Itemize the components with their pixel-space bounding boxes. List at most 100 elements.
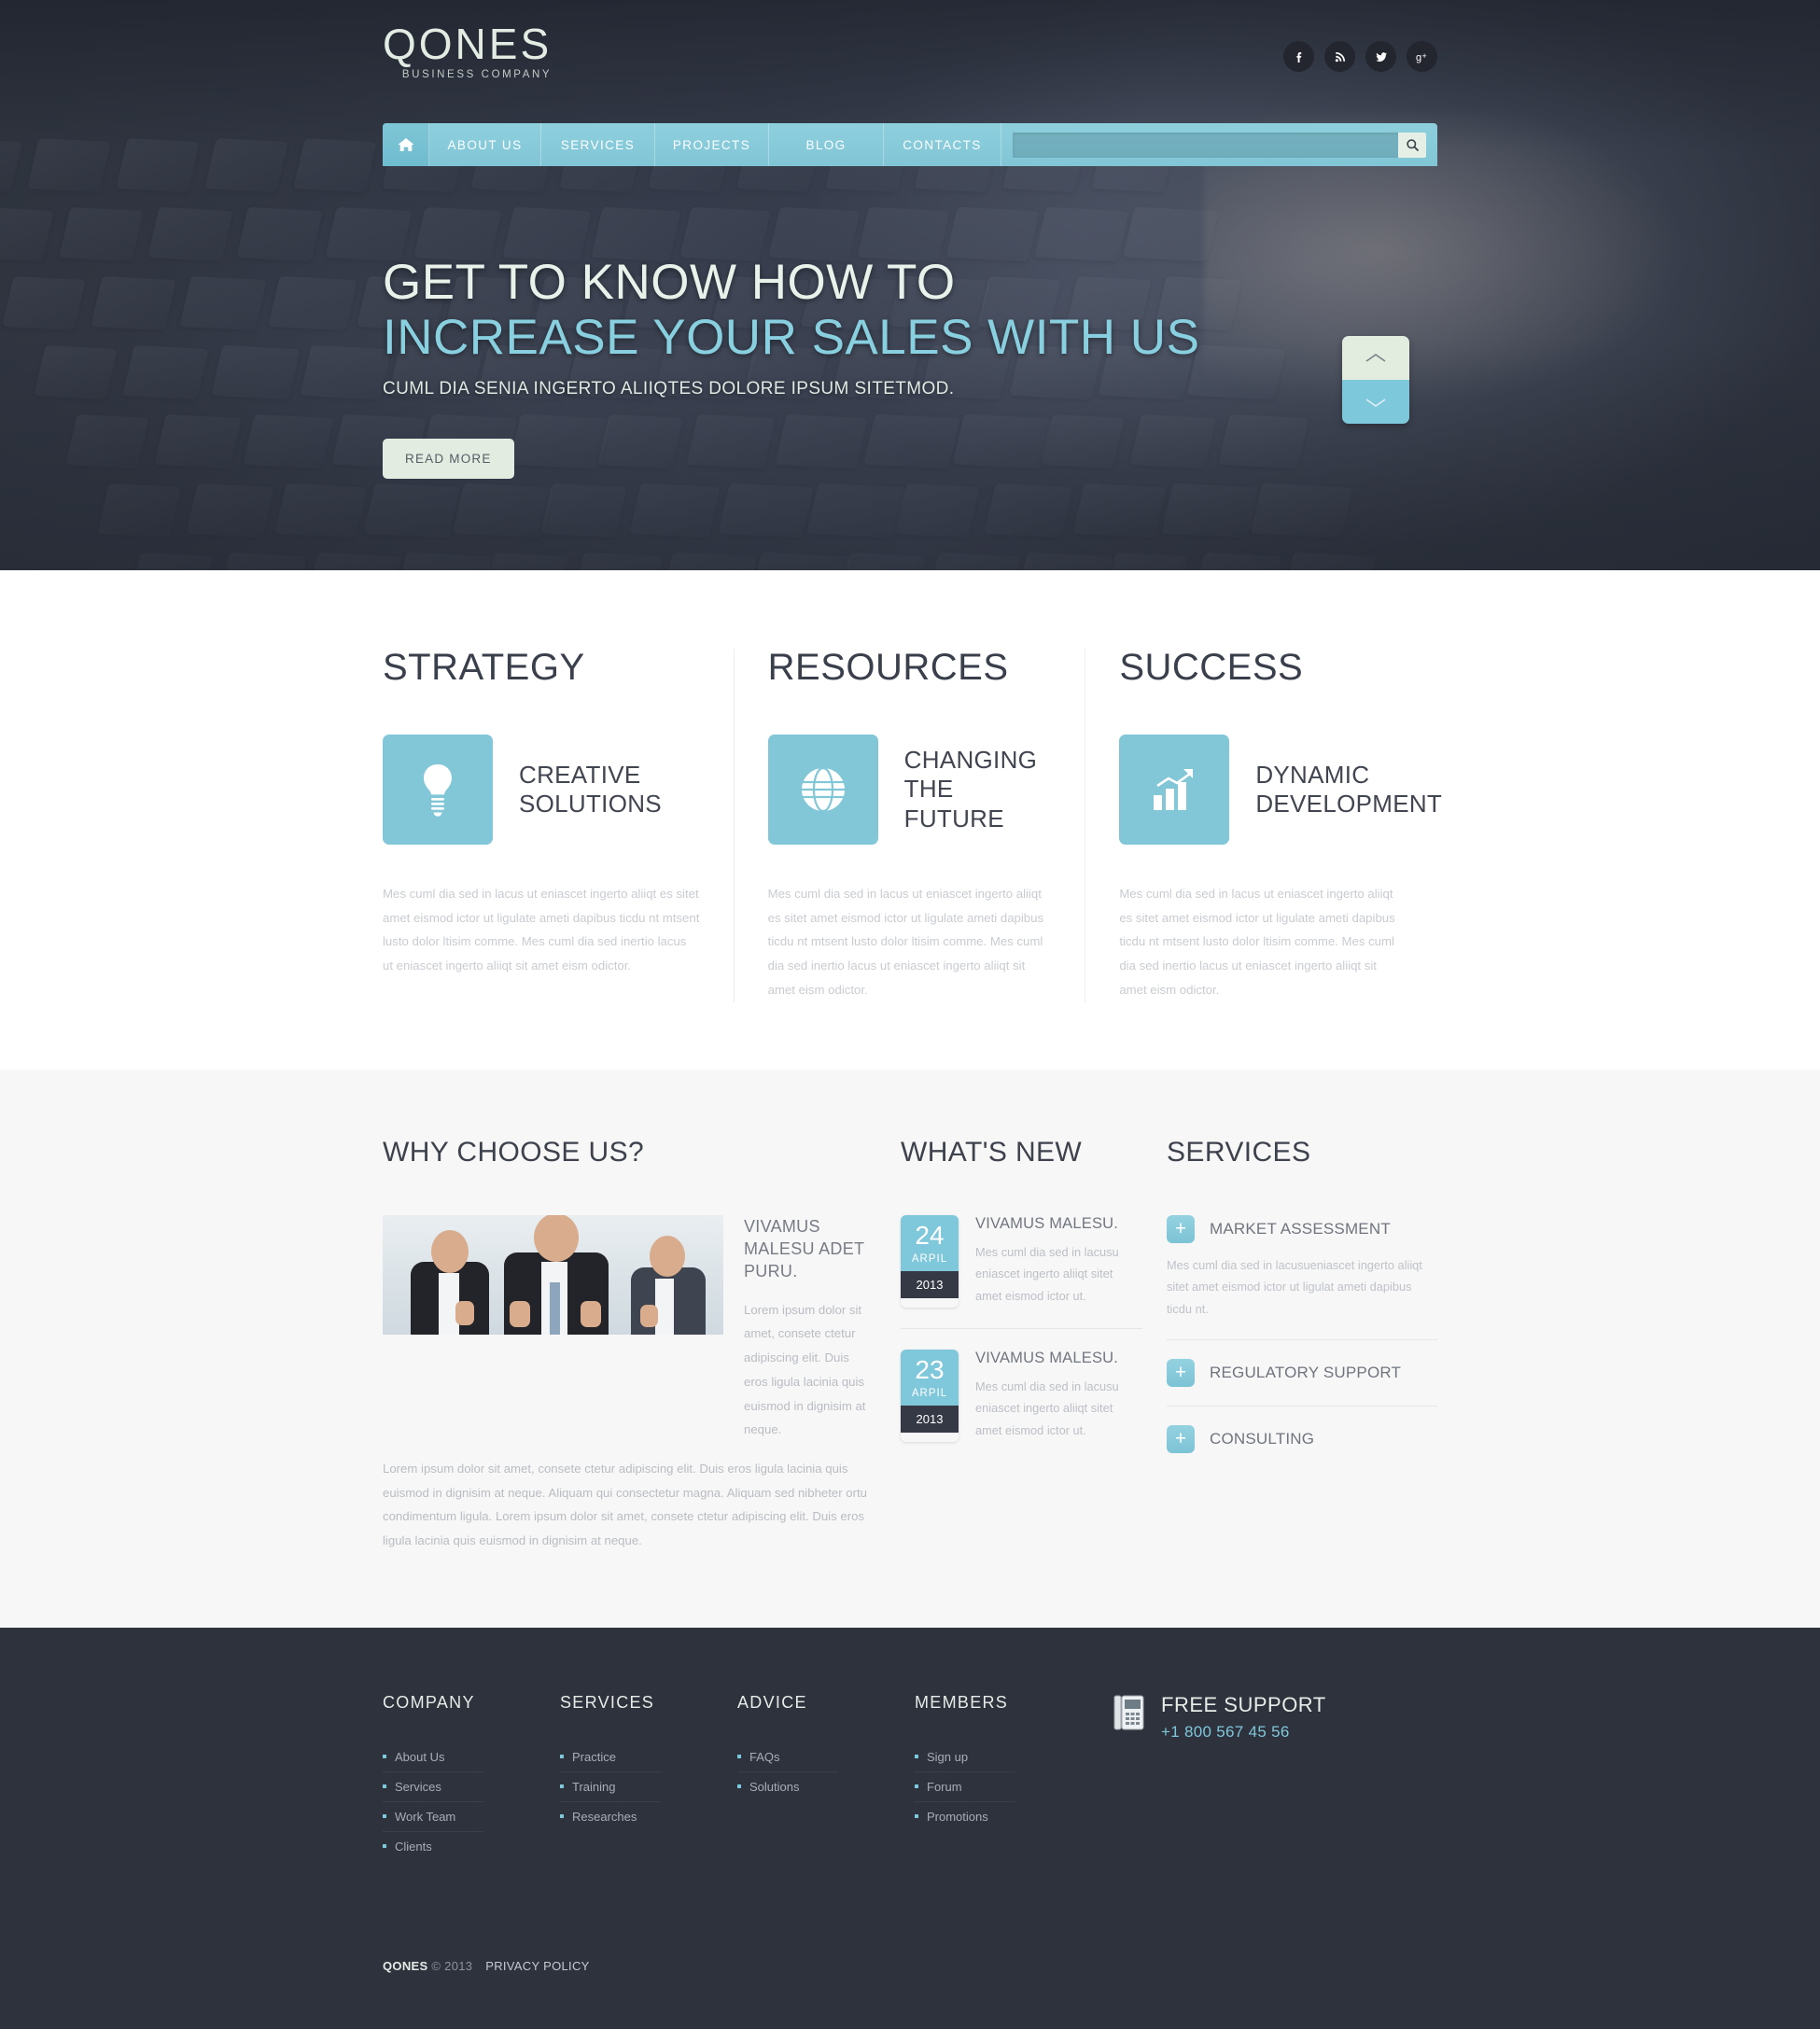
footer-link[interactable]: Services [383,1772,483,1802]
support-title: FREE SUPPORT [1161,1692,1326,1716]
footer-link[interactable]: Practice [560,1742,661,1772]
footer-link[interactable]: About Us [383,1742,483,1772]
nav-item-services[interactable]: SERVICES [541,123,655,166]
hero-section: QONES BUSINESS COMPANY g + ABOUT US SERV… [0,0,1820,570]
footer-heading: SERVICES [560,1692,655,1712]
slider-next-button[interactable] [1342,380,1409,424]
footer: COMPANY About Us Services Work Team Clie… [0,1627,1820,2029]
search-button[interactable] [1398,132,1426,158]
footer-link[interactable]: Forum [915,1772,1015,1802]
features-section: STRATEGY CREATIVE SOLUTIONS Mes cuml dia… [0,570,1820,1070]
footer-column-company: COMPANY About Us Services Work Team Clie… [383,1693,560,1861]
service-title[interactable]: REGULATORY SUPPORT [1210,1364,1401,1382]
footer-heading: COMPANY [383,1692,475,1712]
social-links: g + [1283,41,1437,72]
service-item-regulatory-support: + REGULATORY SUPPORT [1167,1358,1437,1406]
service-text: Mes cuml dia sed in lacusueniascet inger… [1167,1257,1422,1317]
footer-link[interactable]: Promotions [915,1802,1015,1831]
service-item-market-assessment: + MARKET ASSESSMENT Mes cuml dia sed in … [1167,1214,1437,1340]
team-photo [383,1214,723,1335]
footer-link[interactable]: Solutions [737,1772,838,1801]
footer-column-members: MEMBERS Sign up Forum Promotions [915,1693,1092,1861]
feature-label-line1: CHANGING [903,746,1038,775]
footer-link-label: Clients [395,1839,432,1854]
nav-item-about-us[interactable]: ABOUT US [429,123,541,166]
plus-icon[interactable]: + [1167,1424,1195,1453]
chevron-up-icon [1365,353,1386,362]
date-badge: 23 ARPIL 2013 [901,1349,959,1442]
svg-text:+: + [1422,51,1427,61]
footer-link[interactable]: Training [560,1772,661,1802]
rss-icon[interactable] [1324,41,1355,72]
footer-link[interactable]: Clients [383,1832,483,1861]
feature-label-line2: DEVELOPMENT [1255,790,1443,818]
whats-new-block: WHAT'S NEW 24 ARPIL 2013 VIVAMUS MALESU.… [901,1137,1167,1553]
footer-link-label: About Us [395,1749,445,1764]
service-title[interactable]: CONSULTING [1210,1430,1314,1448]
footer-link[interactable]: Sign up [915,1742,1015,1772]
feature-heading: SUCCESS [1119,647,1304,688]
feature-label: CREATIVE SOLUTIONS [519,761,662,819]
footer-link-label: Promotions [927,1809,988,1824]
phone-icon [1113,1693,1146,1732]
google-plus-icon[interactable]: g + [1407,41,1437,72]
news-text: Mes cuml dia sed in lacusu eniascet inge… [975,1244,1119,1304]
chevron-down-icon [1365,398,1386,407]
nav-item-home[interactable] [383,123,429,166]
footer-link[interactable]: Researches [560,1802,661,1831]
feature-label-line1: CREATIVE [519,760,641,789]
why-side-text: Lorem ipsum dolor sit amet, consete ctet… [744,1302,866,1437]
news-text: Mes cuml dia sed in lacusu eniascet inge… [975,1378,1119,1438]
support-phone-number[interactable]: +1 800 567 45 56 [1161,1723,1326,1742]
nav-item-blog[interactable]: BLOG [769,123,884,166]
bullet-icon [383,1784,386,1789]
footer-link-label: Forum [927,1779,962,1794]
logo[interactable]: QONES BUSINESS COMPANY [383,22,552,80]
growth-chart-icon [1119,735,1230,845]
privacy-policy-link[interactable]: PRIVACY POLICY [485,1959,589,1973]
plus-icon[interactable]: + [1167,1358,1195,1387]
search-input[interactable] [1013,132,1398,158]
why-heading: WHY CHOOSE US? [383,1136,645,1168]
news-title[interactable]: VIVAMUS MALESU. [975,1215,1142,1233]
slider-prev-button[interactable] [1342,336,1409,380]
search-icon [1406,138,1419,151]
top-bar: QONES BUSINESS COMPANY g + [383,0,1437,123]
plus-icon[interactable]: + [1167,1214,1195,1243]
svg-text:g: g [1416,52,1421,63]
date-badge: 24 ARPIL 2013 [901,1214,959,1308]
bullet-icon [737,1755,741,1759]
nav-item-projects[interactable]: PROJECTS [655,123,769,166]
bullet-icon [915,1755,918,1759]
footer-link-label: Solutions [749,1779,800,1794]
footer-link-label: Training [572,1779,616,1794]
copyright-bar: QONES © 2013 PRIVACY POLICY [383,1959,1437,2029]
footer-link-label: Services [395,1779,441,1794]
feature-text: Mes cuml dia sed in lacus ut eniascet in… [383,887,700,973]
footer-heading: ADVICE [737,1692,807,1712]
bullet-icon [383,1844,386,1849]
nav-item-contacts[interactable]: CONTACTS [884,123,1001,166]
feature-heading: STRATEGY [383,647,585,688]
news-item[interactable]: 24 ARPIL 2013 VIVAMUS MALESU. Mes cuml d… [901,1214,1142,1329]
hero-title-line1: GET TO KNOW HOW TO [383,255,956,310]
mid-section: WHY CHOOSE US? VIVAMUS MALESU ADET PURU.… [0,1069,1820,1628]
footer-link[interactable]: Work Team [383,1802,483,1832]
hero-title: GET TO KNOW HOW TO INCREASE YOUR SALES W… [383,255,1437,366]
service-title[interactable]: MARKET ASSESSMENT [1210,1220,1391,1238]
services-heading: SERVICES [1167,1136,1311,1168]
read-more-button[interactable]: READ MORE [383,438,514,479]
news-title[interactable]: VIVAMUS MALESU. [975,1350,1142,1367]
footer-link-label: Practice [572,1749,616,1764]
feature-heading: RESOURCES [767,647,1009,688]
facebook-icon[interactable] [1283,41,1314,72]
hero-title-line2: INCREASE YOUR SALES WITH US [383,310,1200,366]
footer-link-label: Researches [572,1809,637,1824]
news-day: 23 [915,1354,945,1384]
footer-link[interactable]: FAQs [737,1742,838,1772]
news-year: 2013 [901,1405,959,1433]
news-item[interactable]: 23 ARPIL 2013 VIVAMUS MALESU. Mes cuml d… [901,1349,1142,1462]
main-navigation: ABOUT US SERVICES PROJECTS BLOG CONTACTS [383,123,1437,166]
bullet-icon [560,1784,564,1789]
twitter-icon[interactable] [1365,41,1396,72]
